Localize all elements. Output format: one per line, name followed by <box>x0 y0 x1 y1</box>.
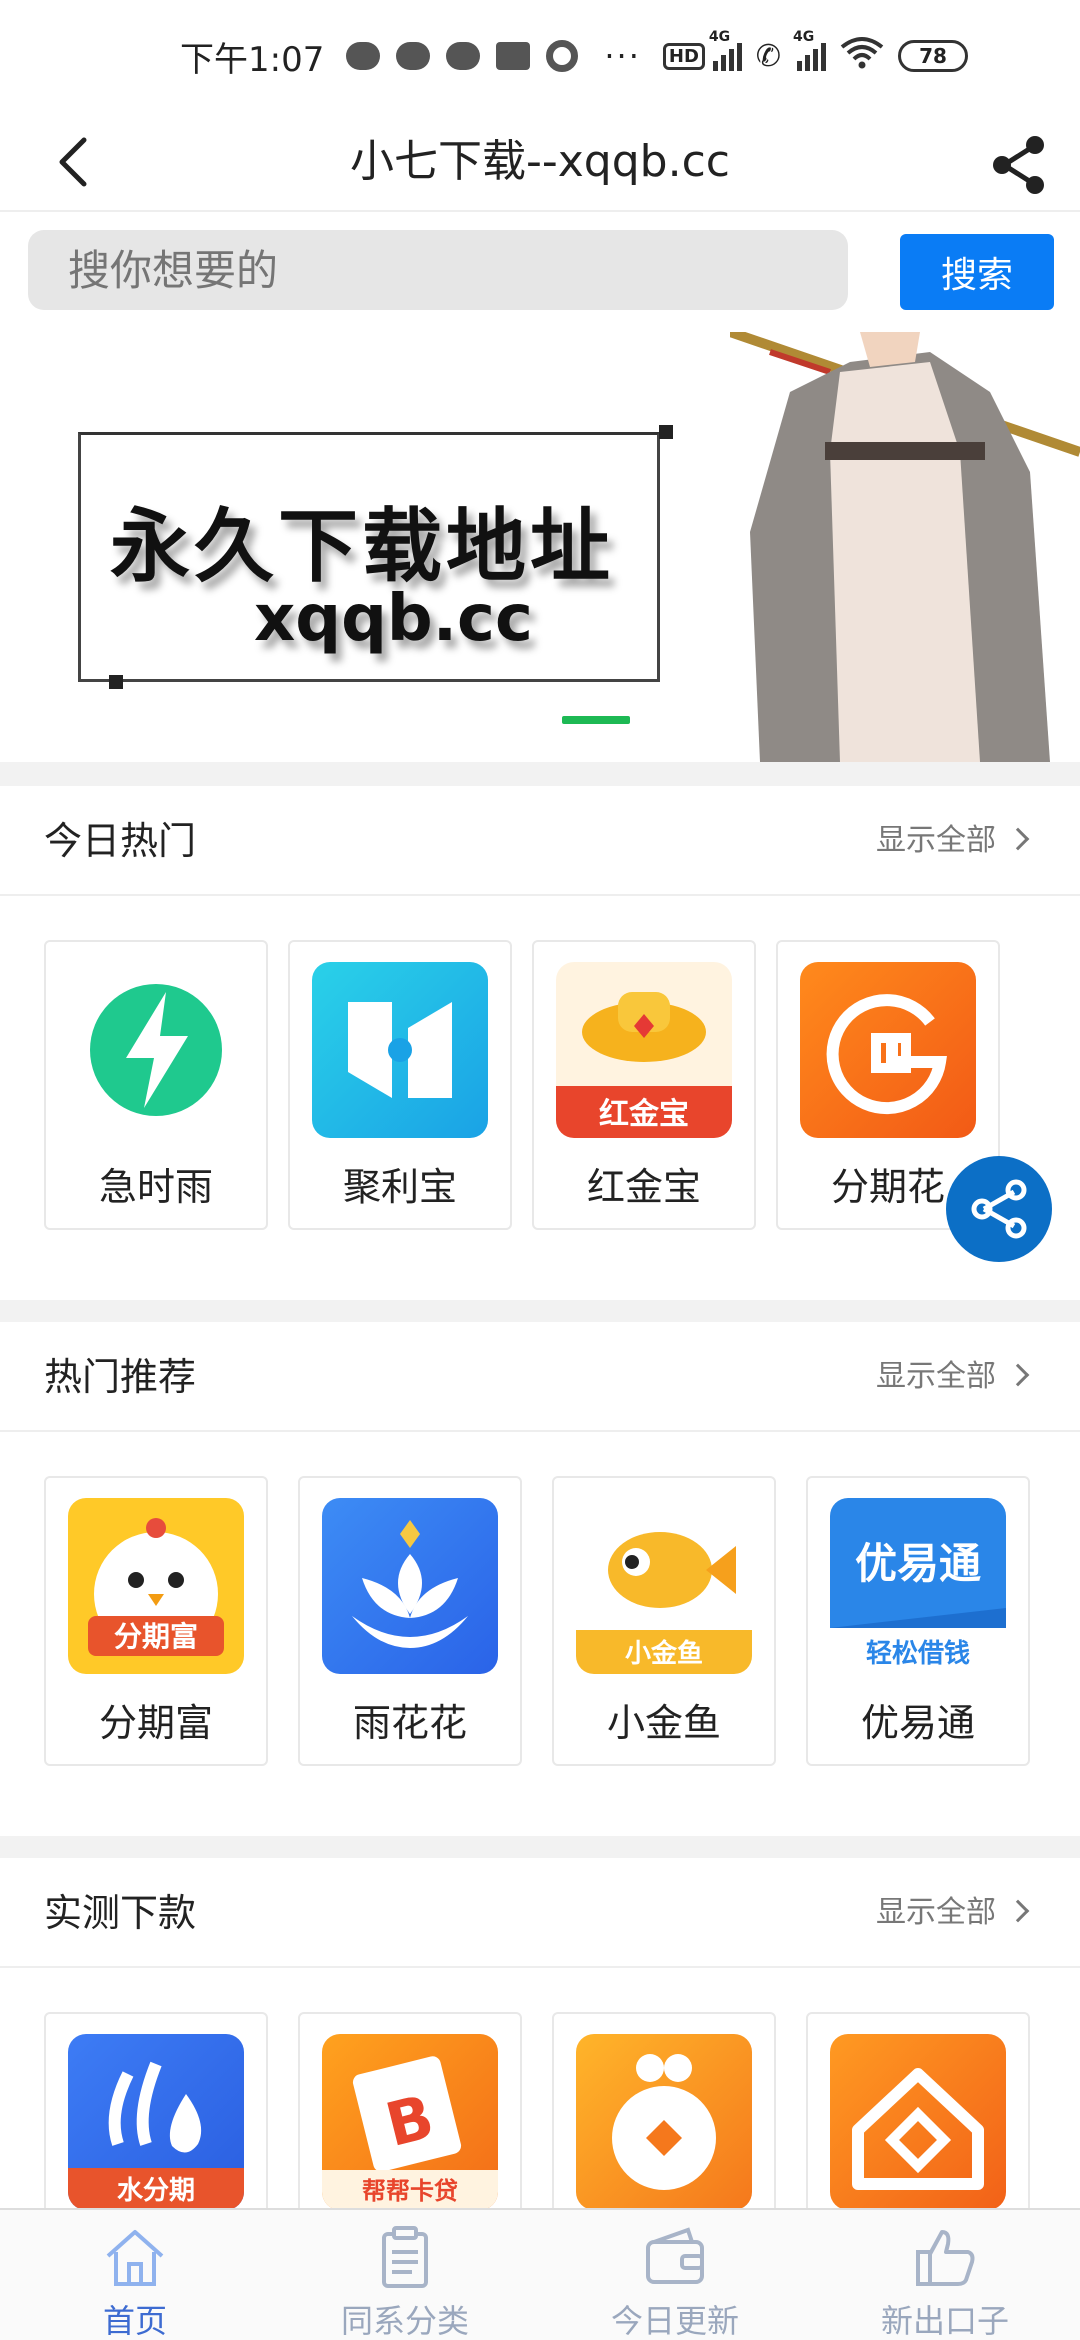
tab-today-update[interactable]: 今日更新 <box>540 2210 810 2340</box>
search-bar: 搜索 <box>0 212 1080 332</box>
section-header: 实测下款 显示全部 <box>0 1858 1080 1968</box>
tab-label: 首页 <box>102 2302 167 2340</box>
app-name: 红金宝 <box>586 1165 701 1209</box>
show-all-link[interactable]: 显示全部 <box>876 1322 1030 1432</box>
wechat-icon <box>446 42 481 70</box>
wechat-icon <box>396 42 431 70</box>
app-card[interactable]: 急时雨 <box>44 940 268 1230</box>
app-card[interactable]: 分期富 分期富 <box>44 1476 268 1766</box>
tab-home[interactable]: 首页 <box>0 2210 270 2340</box>
call-icon: ✆ <box>755 38 782 74</box>
more-notifications-icon: ··· <box>604 37 641 75</box>
chevron-right-icon <box>1006 827 1030 851</box>
app-name: 聚利宝 <box>342 1165 457 1209</box>
tab-label: 今日更新 <box>610 2302 739 2340</box>
battery-icon: 78 <box>898 40 969 72</box>
fenqifu-label: 分期富 <box>114 1620 198 1653</box>
tab-new-platforms[interactable]: 新出口子 <box>810 2210 1080 2340</box>
youyitong-app-icon: 优易通 轻松借钱 <box>830 1498 1006 1674</box>
floating-share-button[interactable] <box>946 1156 1052 1262</box>
yuhuahua-app-icon <box>322 1498 498 1674</box>
chevron-right-icon <box>1006 1363 1030 1387</box>
search-input[interactable] <box>28 230 848 310</box>
tab-category[interactable]: 同系分类 <box>270 2210 540 2340</box>
app-card[interactable]: 优易通 轻松借钱 优易通 <box>806 1476 1030 1766</box>
wifi-icon <box>840 35 884 78</box>
jishiyu-app-icon <box>68 962 244 1138</box>
show-all-link[interactable]: 显示全部 <box>876 1858 1030 1968</box>
home-icon <box>106 2230 164 2286</box>
signal-icon: 4G <box>793 29 827 71</box>
app-card[interactable]: 红金宝 红金宝 <box>532 940 756 1230</box>
app-name: 小金鱼 <box>606 1701 721 1745</box>
bangbang-label: 帮帮卡贷 <box>362 2177 458 2205</box>
bottom-tab-bar: 首页 同系分类 今日更新 新出口子 <box>0 2208 1080 2340</box>
section-hot-recommend: 热门推荐 显示全部 分期富 分期富 雨花花 小金鱼 小金鱼 优易通 轻松借钱 优易… <box>0 1322 1080 1836</box>
app-card[interactable]: 小金鱼 小金鱼 <box>552 1476 776 1766</box>
app-header: 小七下载--xqqb.cc <box>0 112 1080 212</box>
status-bar: 下午1:07 ··· HD 4G ✆ 4G 78 <box>0 0 1080 112</box>
hongjinbao-label: 红金宝 <box>599 1097 689 1132</box>
app-name: 优易通 <box>860 1701 975 1745</box>
hongjinbao-app-icon: 红金宝 <box>556 962 732 1138</box>
message-icon <box>496 42 531 70</box>
section-tested-loans: 实测下款 显示全部 水分期 B 帮帮卡贷 <box>0 1858 1080 2302</box>
section-today-hot: 今日热门 显示全部 急时雨 聚利宝 红金宝 红金宝 分期花 <box>0 786 1080 1300</box>
section-header: 热门推荐 显示全部 <box>0 1322 1080 1432</box>
shuifenqi-app-icon: 水分期 <box>68 2034 244 2210</box>
house-loan-app-icon <box>830 2034 1006 2210</box>
coin-bag-app-icon <box>576 2034 752 2210</box>
section-header: 今日热门 显示全部 <box>0 786 1080 896</box>
app-card[interactable]: 雨花花 <box>298 1476 522 1766</box>
app-card[interactable]: 聚利宝 <box>288 940 512 1230</box>
settings-icon <box>546 40 579 72</box>
section-title: 实测下款 <box>44 1891 197 1935</box>
app-name: 急时雨 <box>98 1165 213 1209</box>
show-all-link[interactable]: 显示全部 <box>876 786 1030 896</box>
document-icon <box>382 2226 428 2288</box>
carousel-indicator <box>562 716 630 724</box>
banner-headline: 永久下载地址 <box>110 500 614 593</box>
share-icon[interactable] <box>988 134 1050 196</box>
youyitong-slogan: 轻松借钱 <box>866 1639 970 1669</box>
bangbangkadai-app-icon: B 帮帮卡贷 <box>322 2034 498 2210</box>
thumbs-up-icon <box>916 2230 975 2286</box>
wechat-icon <box>346 42 381 70</box>
section-title: 热门推荐 <box>44 1355 197 1399</box>
share-icon <box>971 1179 1027 1239</box>
tab-label: 新出口子 <box>880 2302 1009 2340</box>
hd-icon: HD <box>662 42 705 70</box>
app-name: 雨花花 <box>352 1701 467 1745</box>
swordsman-illustration <box>730 332 1080 762</box>
promo-banner[interactable]: 永久下载地址 xqqb.cc <box>0 332 1080 762</box>
page-title: 小七下载--xqqb.cc <box>350 136 730 187</box>
shuifenqi-label: 水分期 <box>117 2176 195 2206</box>
julibao-app-icon <box>312 962 488 1138</box>
xiaojinyu-label: 小金鱼 <box>625 1638 703 1669</box>
search-button[interactable]: 搜索 <box>900 234 1054 310</box>
chevron-right-icon <box>1006 1899 1030 1923</box>
tab-label: 同系分类 <box>340 2302 469 2340</box>
signal-icon: 4G <box>709 29 742 71</box>
section-title: 今日热门 <box>44 819 197 863</box>
fenqifu-app-icon: 分期富 <box>68 1498 244 1674</box>
status-time: 下午1:07 <box>180 39 325 80</box>
fenqihua-app-icon <box>800 962 976 1138</box>
banner-url: xqqb.cc <box>254 582 533 656</box>
youyitong-label: 优易通 <box>855 1539 981 1588</box>
xiaojinyu-app-icon: 小金鱼 <box>576 1498 752 1674</box>
app-name: 分期富 <box>98 1701 213 1745</box>
wallet-icon <box>646 2227 704 2284</box>
